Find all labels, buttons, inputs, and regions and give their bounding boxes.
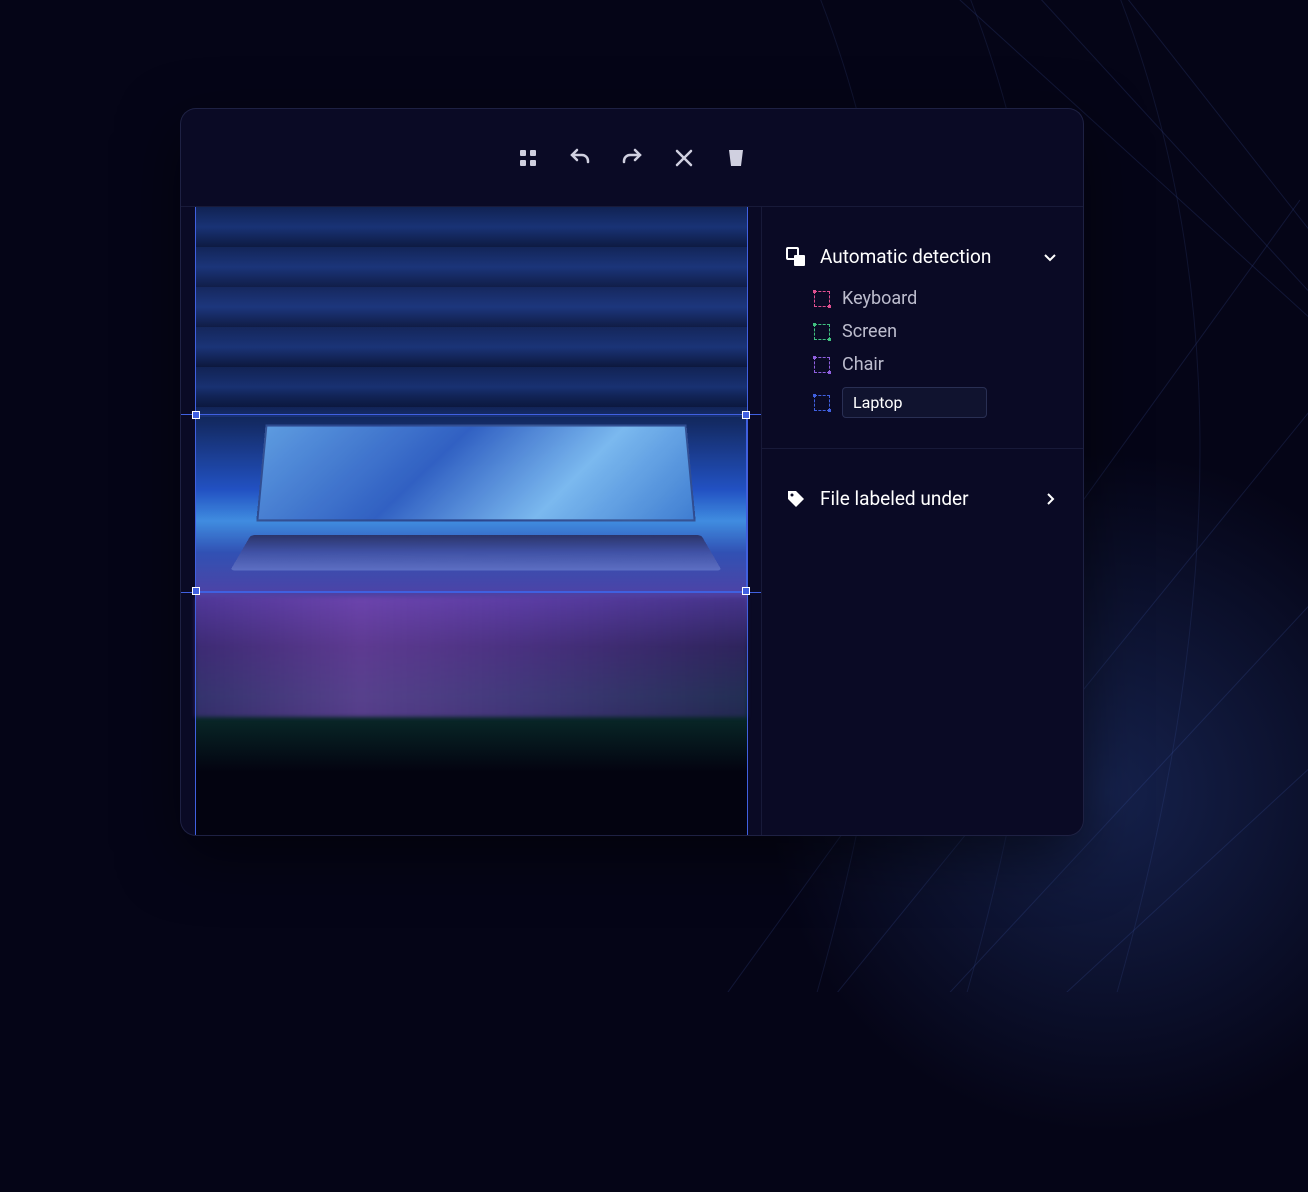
trash-button[interactable] [724, 146, 748, 170]
file-labeled-title: File labeled under [820, 487, 969, 510]
bbox-handle-bl[interactable] [192, 587, 200, 595]
bbox-icon [814, 291, 830, 307]
sidebar: Automatic detection Keyboard Screen Chai… [761, 207, 1083, 835]
label-list: Keyboard Screen Chair [762, 288, 1083, 448]
app-window: Automatic detection Keyboard Screen Chai… [180, 108, 1084, 836]
image-chair-back [195, 207, 747, 417]
bbox-handle-tr[interactable] [742, 411, 750, 419]
canvas-area[interactable] [181, 207, 761, 835]
bbox-handle-tl[interactable] [192, 411, 200, 419]
label-input[interactable] [842, 387, 987, 418]
bbox-icon [814, 395, 830, 411]
label-item-chair[interactable]: Chair [814, 354, 1059, 375]
label-text: Keyboard [842, 288, 917, 309]
bbox-handle-br[interactable] [742, 587, 750, 595]
bounding-box-laptop[interactable] [195, 414, 747, 592]
undo-button[interactable] [568, 146, 592, 170]
label-text: Screen [842, 321, 897, 342]
trash-icon [727, 148, 745, 168]
guideline-bottom[interactable] [181, 592, 761, 593]
chevron-right-icon [1041, 490, 1059, 508]
bbox-icon [814, 357, 830, 373]
label-item-input-row [814, 387, 1059, 418]
image-chair-seat [195, 597, 747, 717]
grid-icon [518, 148, 538, 168]
toolbar [181, 109, 1083, 207]
main-area: Automatic detection Keyboard Screen Chai… [181, 207, 1083, 835]
bbox-icon [814, 324, 830, 340]
guideline-right[interactable] [747, 207, 748, 835]
detection-icon [786, 247, 806, 267]
label-item-screen[interactable]: Screen [814, 321, 1059, 342]
undo-icon [568, 146, 592, 170]
close-icon [673, 147, 695, 169]
file-labeled-header[interactable]: File labeled under [762, 449, 1083, 530]
redo-icon [620, 146, 644, 170]
redo-button[interactable] [620, 146, 644, 170]
label-text: Chair [842, 354, 884, 375]
detection-title: Automatic detection [820, 245, 991, 268]
close-button[interactable] [672, 146, 696, 170]
tag-icon [786, 489, 806, 509]
label-item-keyboard[interactable]: Keyboard [814, 288, 1059, 309]
chevron-down-icon [1041, 248, 1059, 266]
grid-button[interactable] [516, 146, 540, 170]
automatic-detection-header[interactable]: Automatic detection [762, 207, 1083, 288]
